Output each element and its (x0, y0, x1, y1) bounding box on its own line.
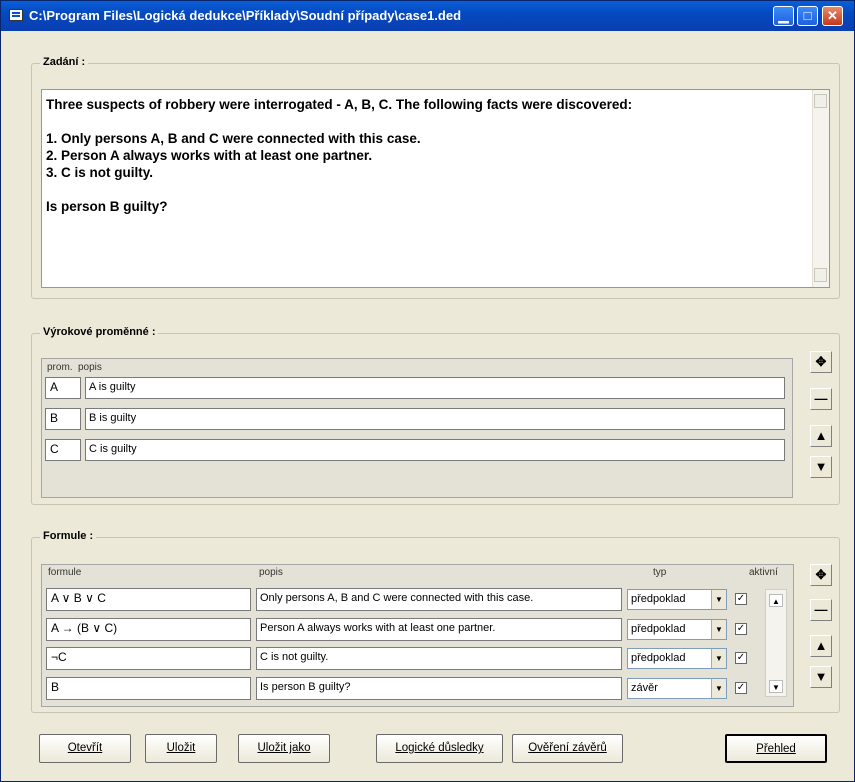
variable-prom-cell[interactable]: B (45, 408, 81, 430)
maximize-button[interactable]: □ (797, 6, 818, 26)
active-checkbox[interactable]: ✓ (735, 682, 747, 694)
title-bar[interactable]: C:\Program Files\Logická dedukce\Příklad… (1, 1, 854, 31)
chevron-down-icon[interactable]: ▼ (711, 590, 726, 609)
minimize-button[interactable]: ▁ (773, 6, 794, 26)
close-button[interactable]: ✕ (822, 6, 843, 26)
variable-popis-cell[interactable]: C is guilty (85, 439, 785, 461)
formula-type-select[interactable]: předpoklad ▼ (627, 619, 727, 640)
variables-col-popis: popis (78, 362, 102, 373)
variable-prom-cell[interactable]: C (45, 439, 81, 461)
assignment-textarea[interactable]: Three suspects of robbery were interroga… (41, 89, 830, 288)
formula-popis-cell[interactable]: Only persons A, B and C were connected w… (256, 588, 622, 611)
formula-type-value: předpoklad (631, 652, 686, 664)
save-as-button[interactable]: Uložit jako (238, 734, 330, 763)
app-icon (9, 9, 23, 21)
scroll-up-icon[interactable] (814, 94, 827, 108)
move-formula-down-button[interactable]: ▼ (810, 666, 832, 688)
variables-label: Výrokové proměnné : (40, 326, 159, 338)
formula-popis-cell[interactable]: C is not guilty. (256, 647, 622, 670)
add-variable-button[interactable]: ✥ (810, 351, 832, 373)
remove-variable-button[interactable]: — (810, 388, 832, 410)
variable-popis-cell[interactable]: A is guilty (85, 377, 785, 399)
formulas-col-typ: typ (653, 567, 667, 578)
formula-type-value: závěr (631, 682, 658, 694)
scroll-up-icon[interactable]: ▲ (769, 594, 783, 607)
formula-cell[interactable]: A → (B ∨ C) (46, 618, 251, 641)
formula-popis-cell[interactable]: Person A always works with at least one … (256, 618, 622, 641)
main-window: C:\Program Files\Logická dedukce\Příklad… (0, 0, 855, 782)
variable-popis-cell[interactable]: B is guilty (85, 408, 785, 430)
active-checkbox[interactable]: ✓ (735, 652, 747, 664)
chevron-down-icon[interactable]: ▼ (711, 620, 726, 639)
chevron-down-icon[interactable]: ▼ (711, 679, 726, 698)
formula-type-value: předpoklad (631, 623, 686, 635)
formulas-col-aktivni: aktivní (749, 567, 778, 578)
move-formula-up-button[interactable]: ▲ (810, 635, 832, 657)
active-checkbox[interactable]: ✓ (735, 623, 747, 635)
window-title: C:\Program Files\Logická dedukce\Příklad… (29, 8, 462, 23)
save-button[interactable]: Uložit (145, 734, 217, 763)
overview-button[interactable]: Přehled (725, 734, 827, 763)
formula-cell[interactable]: ¬C (46, 647, 251, 670)
formula-type-select[interactable]: předpoklad ▼ (627, 589, 727, 610)
logical-consequences-button[interactable]: Logické důsledky (376, 734, 503, 763)
variable-prom-cell[interactable]: A (45, 377, 81, 399)
formulas-col-popis: popis (259, 567, 283, 578)
formula-cell[interactable]: A ∨ B ∨ C (46, 588, 251, 611)
active-checkbox[interactable]: ✓ (735, 593, 747, 605)
formula-cell[interactable]: B (46, 677, 251, 700)
formula-type-value: předpoklad (631, 593, 686, 605)
variables-col-prom: prom. (47, 362, 73, 373)
add-formula-button[interactable]: ✥ (810, 564, 832, 586)
assignment-scrollbar[interactable] (812, 90, 829, 287)
formula-type-select[interactable]: předpoklad ▼ (627, 648, 727, 669)
chevron-down-icon[interactable]: ▼ (711, 649, 726, 668)
scroll-down-icon[interactable]: ▼ (769, 680, 783, 693)
remove-formula-button[interactable]: — (810, 599, 832, 621)
move-variable-down-button[interactable]: ▼ (810, 456, 832, 478)
formula-popis-cell[interactable]: Is person B guilty? (256, 677, 622, 700)
scroll-down-icon[interactable] (814, 268, 827, 282)
formulas-col-formule: formule (48, 567, 82, 578)
verify-conclusions-button[interactable]: Ověření závěrů (512, 734, 623, 763)
formulas-scrollbar[interactable]: ▲ ▼ (765, 589, 787, 697)
open-button[interactable]: Otevřít (39, 734, 131, 763)
assignment-text[interactable]: Three suspects of robbery were interroga… (46, 96, 811, 215)
move-variable-up-button[interactable]: ▲ (810, 425, 832, 447)
formula-type-select[interactable]: závěr ▼ (627, 678, 727, 699)
assignment-label: Zadání : (40, 56, 89, 68)
formulas-label: Formule : (40, 530, 97, 542)
